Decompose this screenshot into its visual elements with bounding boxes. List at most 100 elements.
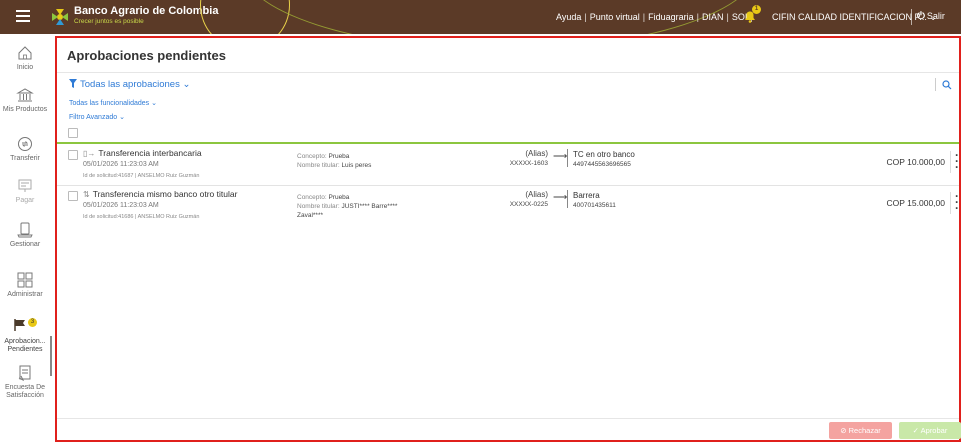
logout-button[interactable]: ⏻ Salir — [917, 11, 945, 22]
more-options-icon[interactable]: · · · — [955, 190, 959, 214]
concept-value: Prueba — [328, 194, 350, 201]
row-checkbox[interactable] — [68, 191, 78, 201]
functionalities-filter-dropdown[interactable]: Todas las funcionalidades ⌄ — [69, 99, 157, 107]
holder: Nombre titular: JUSTI**** Barre**** — [297, 203, 397, 210]
sidebar-item-label: Mis Productos — [2, 106, 48, 113]
approvals-filter-label: Todas las aprobaciones — [80, 79, 180, 90]
advanced-filter-label: Filtro Avanzado — [69, 114, 118, 121]
page-title: Aprobaciones pendientes — [67, 48, 226, 63]
link-punto-virtual[interactable]: Punto virtual — [590, 12, 640, 22]
chevron-down-icon: ⌄ — [151, 100, 157, 107]
transaction-type: ▯→ Transferencia interbancaria — [83, 148, 202, 158]
reject-button[interactable]: ⊘ Rechazar — [829, 422, 892, 439]
bank-logo-icon[interactable] — [50, 7, 70, 27]
destination-name: TC en otro banco — [573, 150, 635, 159]
sidebar-item-label: Pagar — [15, 197, 35, 204]
table-row[interactable]: ▯→ Transferencia interbancaria 05/01/2026… — [57, 146, 959, 184]
sidebar-item-pagar[interactable]: Pagar — [0, 177, 50, 205]
divider — [950, 151, 951, 173]
chevron-down-icon: ⌄ — [182, 79, 191, 90]
origin-account: XXXXX-1603 — [509, 160, 548, 167]
footer-divider — [57, 418, 959, 419]
hamburger-menu-icon[interactable] — [16, 10, 30, 22]
sidebar-item-label: Aprobacion... Pendientes — [4, 338, 46, 353]
request-meta: Id de solicitud:41686 | ANSELMO Ruiz Guz… — [83, 214, 200, 220]
power-icon: ⏻ — [917, 11, 925, 22]
holder-value: Luis peres — [341, 162, 372, 169]
origin-alias: (Alias) — [525, 190, 548, 199]
holder-value: JUSTI**** Barre**** — [341, 203, 398, 210]
divider — [911, 9, 912, 25]
top-links: Ayuda | Punto virtual | Fiduagraria | DIAN | SOI… — [556, 12, 753, 22]
divider — [57, 72, 959, 73]
arrow-right-icon: ⟶ — [553, 151, 568, 162]
sidebar-item-encuesta[interactable]: Encuesta De Satisfacción — [0, 364, 50, 400]
sidebar-item-gestionar[interactable]: Gestionar — [0, 221, 50, 249]
concept-value: Prueba — [328, 153, 350, 160]
transaction-type: ⇅ Transferencia mismo banco otro titular — [83, 189, 237, 199]
link-fiduagraria[interactable]: Fiduagraria — [648, 12, 694, 22]
logout-label: Salir — [926, 11, 945, 21]
transaction-type-label: Transferencia mismo banco otro titular — [92, 189, 238, 199]
flag-icon — [14, 319, 25, 331]
bank-tagline: Crecer juntos es posible — [74, 18, 144, 25]
destination-number: 4497445563696565 — [573, 161, 631, 168]
advanced-filter-dropdown[interactable]: Filtro Avanzado ⌄ — [69, 113, 125, 121]
origin-account: XXXXX-0225 — [509, 201, 548, 208]
pending-approvals-panel: Aprobaciones pendientes Todas las aproba… — [55, 36, 961, 442]
select-all-checkbox[interactable] — [68, 128, 78, 138]
sidebar-item-administrar[interactable]: Administrar — [0, 271, 50, 299]
approve-button[interactable]: ✓ Aprobar — [899, 422, 961, 439]
transfer-icon — [18, 137, 32, 151]
concept: Concepto: Prueba — [297, 153, 349, 160]
sidebar-item-aprobaciones-pendientes[interactable]: 3 Aprobacion... Pendientes — [0, 318, 50, 354]
row-checkbox[interactable] — [68, 150, 78, 160]
transaction-date: 05/01/2026 11:23:03 AM — [83, 161, 159, 168]
link-ayuda[interactable]: Ayuda — [556, 12, 581, 22]
interbank-transfer-icon: ▯→ — [83, 149, 96, 158]
company-name: CIFIN CALIDAD IDENTIFICACION P... — [772, 12, 927, 22]
sidebar-item-inicio[interactable]: Inicio — [0, 44, 50, 72]
pending-badge: 3 — [28, 318, 37, 327]
holder-label: Nombre titular: — [297, 162, 340, 169]
concept: Concepto: Prueba — [297, 194, 349, 201]
more-options-icon[interactable]: · · · — [955, 149, 959, 173]
holder-label: Nombre titular: — [297, 203, 340, 210]
bank-icon — [16, 88, 34, 102]
pay-icon — [18, 179, 32, 192]
manage-icon — [17, 222, 33, 238]
sidebar: Inicio Mis Productos Transferir Pagar Ge… — [0, 34, 54, 444]
divider — [567, 190, 568, 208]
top-bar: Banco Agrario de Colombia Crecer juntos … — [0, 0, 961, 34]
approve-label: Aprobar — [920, 426, 948, 435]
divider — [935, 78, 936, 91]
section-divider — [57, 142, 959, 144]
amount: COP 15.000,00 — [886, 198, 945, 208]
check-icon: ✓ — [912, 426, 919, 435]
link-dian[interactable]: DIAN — [702, 12, 724, 22]
approvals-filter-dropdown[interactable]: Todas las aprobaciones ⌄ — [69, 79, 190, 90]
destination-number: 400701435611 — [573, 202, 616, 209]
admin-icon — [17, 272, 33, 288]
transaction-date: 05/01/2026 11:23:03 AM — [83, 202, 159, 209]
table-row[interactable]: ⇅ Transferencia mismo banco otro titular … — [57, 187, 959, 225]
home-icon — [18, 46, 32, 60]
search-icon[interactable] — [942, 80, 952, 90]
survey-icon — [18, 365, 31, 382]
company-selector[interactable]: CIFIN CALIDAD IDENTIFICACION P... ⌄ — [772, 12, 937, 23]
reject-label: Rechazar — [848, 426, 881, 435]
sidebar-item-label: Transferir — [10, 155, 40, 162]
sidebar-item-label: Administrar — [7, 291, 43, 298]
sidebar-item-transferir[interactable]: Transferir — [0, 135, 50, 163]
divider — [567, 149, 568, 167]
sidebar-item-label: Inicio — [16, 64, 34, 71]
holder-value-continued: Zaval**** — [297, 212, 324, 219]
sidebar-item-mis-productos[interactable]: Mis Productos — [0, 86, 50, 114]
amount: COP 10.000,00 — [886, 157, 945, 167]
origin-alias: (Alias) — [525, 149, 548, 158]
arrow-right-icon: ⟶ — [553, 192, 568, 203]
chevron-down-icon: ⌄ — [119, 114, 125, 121]
bank-name: Banco Agrario de Colombia — [74, 5, 219, 17]
sidebar-item-label: Encuesta De Satisfacción — [4, 384, 46, 399]
concept-label: Concepto: — [297, 194, 327, 201]
